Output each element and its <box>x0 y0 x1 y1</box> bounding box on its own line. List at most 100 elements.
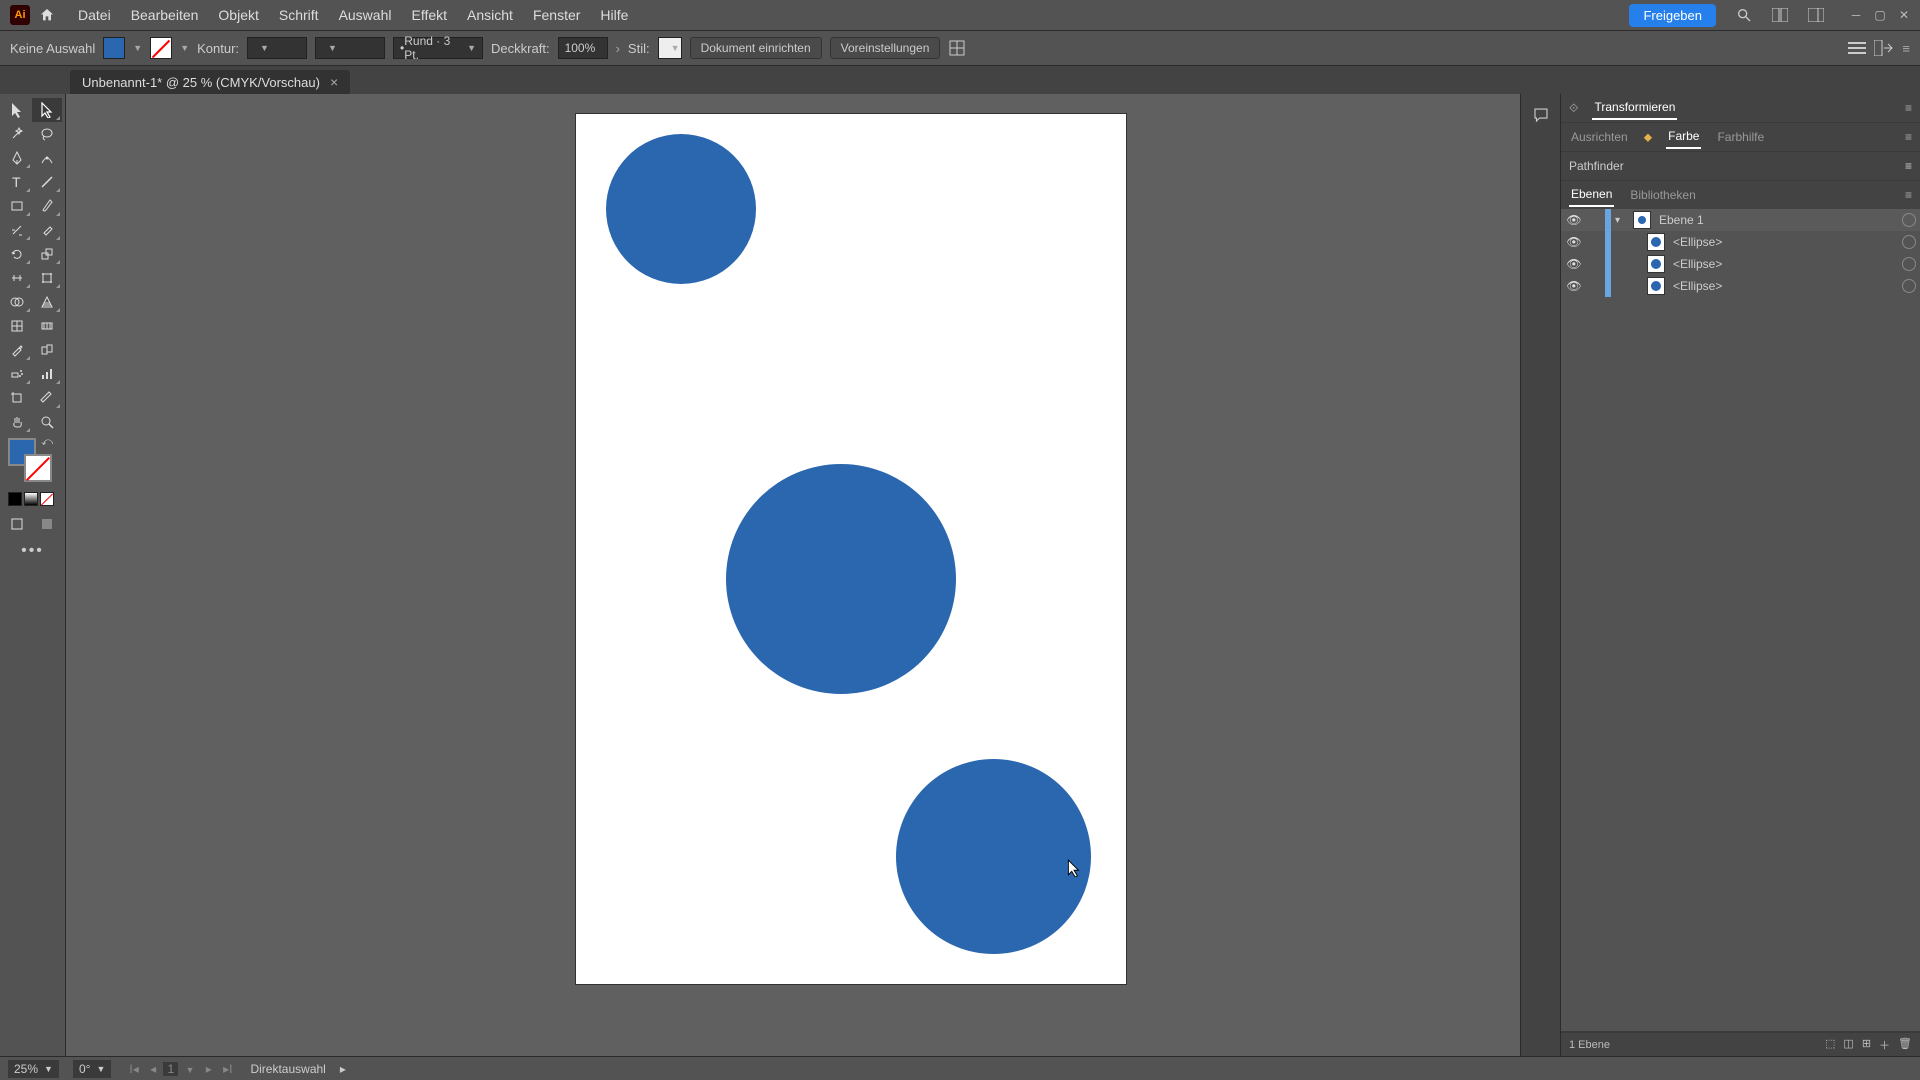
color-mode-none[interactable] <box>40 492 54 506</box>
window-close[interactable]: ✕ <box>1892 5 1916 25</box>
sublayer-name[interactable]: <Ellipse> <box>1669 279 1898 293</box>
sublayer-row[interactable]: 👁 <Ellipse> <box>1561 275 1920 297</box>
type-tool[interactable]: T <box>2 170 32 194</box>
blend-tool[interactable] <box>32 338 62 362</box>
home-icon[interactable] <box>36 4 58 26</box>
menu-objekt[interactable]: Objekt <box>208 0 268 30</box>
pathfinder-tab[interactable]: Pathfinder <box>1569 159 1624 173</box>
rotation-dropdown[interactable]: 0°▼ <box>73 1060 111 1078</box>
menu-fenster[interactable]: Fenster <box>523 0 590 30</box>
target-icon[interactable] <box>1902 213 1916 227</box>
prev-artboard-icon[interactable]: ◂ <box>146 1062 160 1076</box>
rectangle-tool[interactable] <box>2 194 32 218</box>
paintbrush-tool[interactable] <box>32 194 62 218</box>
screen-mode-full[interactable] <box>32 512 62 536</box>
close-tab-icon[interactable]: × <box>330 74 338 90</box>
slice-tool[interactable] <box>32 386 62 410</box>
rotate-tool[interactable] <box>2 242 32 266</box>
artboard[interactable] <box>576 114 1126 984</box>
pen-tool[interactable] <box>2 146 32 170</box>
zoom-tool[interactable] <box>32 410 62 434</box>
properties-panel-icon[interactable] <box>1848 40 1866 56</box>
zoom-dropdown[interactable]: 25%▼ <box>8 1060 59 1078</box>
align-tab[interactable]: Ausrichten <box>1569 126 1630 148</box>
menu-ansicht[interactable]: Ansicht <box>457 0 523 30</box>
sublayer-name[interactable]: <Ellipse> <box>1669 235 1898 249</box>
menu-bearbeiten[interactable]: Bearbeiten <box>121 0 209 30</box>
locate-object-icon[interactable]: ⬚ <box>1825 1037 1835 1053</box>
ellipse-shape[interactable] <box>606 134 756 284</box>
libraries-tab[interactable]: Bibliotheken <box>1628 184 1697 206</box>
visibility-toggle-icon[interactable]: 👁 <box>1565 279 1583 293</box>
lasso-tool[interactable] <box>32 122 62 146</box>
layers-tab[interactable]: Ebenen <box>1569 183 1614 207</box>
panel-menu-icon[interactable]: ≡ <box>1905 130 1912 144</box>
menu-hilfe[interactable]: Hilfe <box>590 0 638 30</box>
column-graph-tool[interactable] <box>32 362 62 386</box>
direct-selection-tool[interactable] <box>32 98 62 122</box>
layer-name[interactable]: Ebene 1 <box>1655 213 1898 227</box>
target-icon[interactable] <box>1902 235 1916 249</box>
swap-fill-stroke-icon[interactable]: ⤺ <box>41 436 53 449</box>
visibility-toggle-icon[interactable]: 👁 <box>1565 257 1583 271</box>
gradient-tool[interactable] <box>32 314 62 338</box>
arrange-windows-icon[interactable] <box>1768 3 1792 27</box>
workspace-icon[interactable] <box>1804 3 1828 27</box>
brush-dropdown[interactable]: ▼ <box>315 37 385 59</box>
eyedropper-tool[interactable] <box>2 338 32 362</box>
panel-menu-icon[interactable]: ≡ <box>1905 159 1912 173</box>
menu-auswahl[interactable]: Auswahl <box>329 0 402 30</box>
status-flyout-icon[interactable]: ▸ <box>340 1062 346 1076</box>
artboard-tool[interactable] <box>2 386 32 410</box>
comments-panel-icon[interactable] <box>1530 104 1552 126</box>
magic-wand-tool[interactable] <box>2 122 32 146</box>
sublayer-row[interactable]: 👁 <Ellipse> <box>1561 253 1920 275</box>
target-icon[interactable] <box>1902 279 1916 293</box>
curvature-tool[interactable] <box>32 146 62 170</box>
first-artboard-icon[interactable]: I◂ <box>125 1062 142 1076</box>
stroke-color[interactable] <box>24 454 52 482</box>
document-setup-button[interactable]: Dokument einrichten <box>690 37 822 59</box>
hand-tool[interactable] <box>2 410 32 434</box>
opacity-input[interactable]: 100% <box>558 37 608 59</box>
width-tool[interactable] <box>2 266 32 290</box>
shaper-tool[interactable] <box>2 218 32 242</box>
next-artboard-icon[interactable]: ▸ <box>202 1062 216 1076</box>
artboard-number[interactable]: 1 <box>163 1062 178 1076</box>
new-layer-icon[interactable]: ＋ <box>1879 1037 1890 1053</box>
color-mode-gradient[interactable] <box>24 492 38 506</box>
panel-menu-icon[interactable]: ≡ <box>1902 41 1910 56</box>
edit-toolbar-icon[interactable] <box>1874 40 1894 56</box>
menu-datei[interactable]: Datei <box>68 0 121 30</box>
align-to-icon[interactable] <box>948 39 966 57</box>
perspective-grid-tool[interactable] <box>32 290 62 314</box>
stroke-profile-dropdown[interactable]: • Rund · 3 Pt.▼ <box>393 37 483 59</box>
shape-builder-tool[interactable] <box>2 290 32 314</box>
colorguide-tab[interactable]: Farbhilfe <box>1715 126 1766 148</box>
eraser-tool[interactable] <box>32 218 62 242</box>
color-mode-solid[interactable] <box>8 492 22 506</box>
opacity-flyout[interactable]: › <box>616 41 620 56</box>
style-dropdown[interactable]: ▼ <box>658 37 682 59</box>
sublayer-row[interactable]: 👁 <Ellipse> <box>1561 231 1920 253</box>
free-transform-tool[interactable] <box>32 266 62 290</box>
panel-menu-icon[interactable]: ≡ <box>1905 101 1912 115</box>
layer-row[interactable]: 👁 ▾ Ebene 1 <box>1561 209 1920 231</box>
color-tab[interactable]: Farbe <box>1666 125 1701 149</box>
panel-menu-icon[interactable]: ≡ <box>1905 188 1912 202</box>
line-tool[interactable] <box>32 170 62 194</box>
target-icon[interactable] <box>1902 257 1916 271</box>
last-artboard-icon[interactable]: ▸I <box>219 1062 236 1076</box>
share-button[interactable]: Freigeben <box>1629 4 1716 27</box>
clipping-mask-icon[interactable]: ◫ <box>1843 1037 1853 1053</box>
menu-schrift[interactable]: Schrift <box>269 0 329 30</box>
transform-tab[interactable]: Transformieren <box>1592 96 1677 120</box>
expand-layer-icon[interactable]: ▾ <box>1615 215 1629 226</box>
visibility-toggle-icon[interactable]: 👁 <box>1565 213 1583 227</box>
selection-tool[interactable] <box>2 98 32 122</box>
mesh-tool[interactable] <box>2 314 32 338</box>
delete-layer-icon[interactable]: 🗑 <box>1898 1037 1912 1053</box>
document-tab[interactable]: Unbenannt-1* @ 25 % (CMYK/Vorschau) × <box>70 70 350 94</box>
sublayer-name[interactable]: <Ellipse> <box>1669 257 1898 271</box>
create-sublayer-icon[interactable]: ⊞ <box>1862 1037 1871 1053</box>
